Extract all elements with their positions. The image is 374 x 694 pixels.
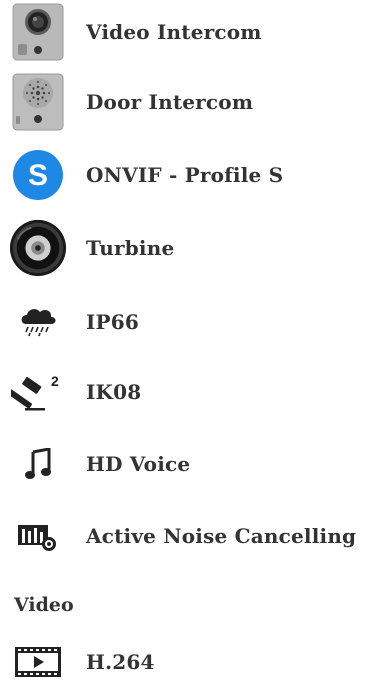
feature-label: HD Voice [86,452,191,476]
feature-h264: H.264 [0,630,374,694]
feature-label: IP66 [86,310,140,334]
feature-active-noise-cancelling: Active Noise Cancelling [0,504,374,568]
feature-label: ONVIF - Profile S [86,163,284,187]
noise-cancelling-icon [8,506,68,566]
feature-label: Door Intercom [86,90,254,114]
video-intercom-icon [8,2,68,62]
feature-ik08: 2 IK08 [0,360,374,424]
feature-label: Video Intercom [86,20,262,44]
onvif-s-letter: S [28,159,48,192]
feature-video-intercom: Video Intercom [0,0,374,64]
feature-door-intercom: Door Intercom [0,70,374,134]
feature-label: Turbine [86,236,175,260]
turbine-speaker-icon [8,218,68,278]
feature-label: IK08 [86,380,142,404]
onvif-s-icon: S [8,145,68,205]
hammer-icon: 2 [8,362,68,422]
feature-hd-voice: HD Voice [0,432,374,496]
music-note-icon [8,434,68,494]
feature-label: Active Noise Cancelling [86,524,357,548]
feature-label: H.264 [86,650,155,674]
feature-onvif: S ONVIF - Profile S [0,143,374,207]
feature-turbine: Turbine [0,216,374,280]
door-intercom-icon [8,72,68,132]
section-title-video: Video [14,594,74,616]
rain-cloud-icon [8,292,68,352]
video-play-icon [8,632,68,692]
feature-ip66: IP66 [0,290,374,354]
hammer-superscript: 2 [51,373,59,389]
